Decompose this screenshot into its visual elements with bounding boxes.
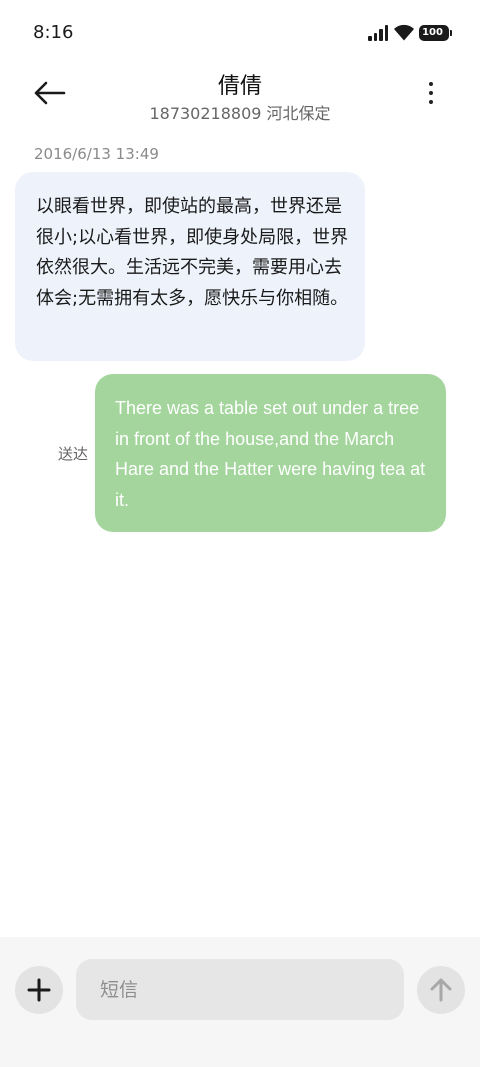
status-time: 8:16 (33, 22, 74, 43)
incoming-message-text: 以眼看世界，即使站的最高，世界还是很小;以心看世界，即使身处局限，世界依然很大。… (36, 196, 349, 309)
outgoing-message-bubble[interactable]: There was a table set out under a tree i… (95, 374, 446, 532)
wifi-icon (394, 24, 414, 41)
message-timestamp: 2016/6/13 13:49 (34, 145, 159, 163)
more-options-icon[interactable] (420, 78, 442, 108)
status-bar: 8:16 100 (0, 0, 480, 64)
messaging-screen: 8:16 100 倩倩 18730218809 河北保定 2016/6/13 1… (0, 0, 480, 1067)
incoming-message-bubble[interactable]: 以眼看世界，即使站的最高，世界还是很小;以心看世界，即使身处局限，世界依然很大。… (15, 172, 365, 361)
signal-icon (368, 25, 390, 41)
arrow-up-icon (430, 978, 452, 1002)
message-composer (0, 937, 480, 1067)
battery-level: 100 (422, 27, 443, 38)
delivery-status: 送达 (58, 445, 89, 463)
battery-icon: 100 (419, 25, 452, 41)
add-attachment-button[interactable] (15, 966, 63, 1014)
contact-name: 倩倩 (217, 74, 262, 99)
conversation-header: 倩倩 18730218809 河北保定 (0, 64, 480, 134)
plus-icon (27, 978, 51, 1002)
send-button[interactable] (417, 966, 465, 1014)
outgoing-message-text: There was a table set out under a tree i… (115, 398, 426, 510)
contact-phone-location: 18730218809 河北保定 (149, 104, 331, 123)
message-input[interactable] (76, 959, 404, 1020)
